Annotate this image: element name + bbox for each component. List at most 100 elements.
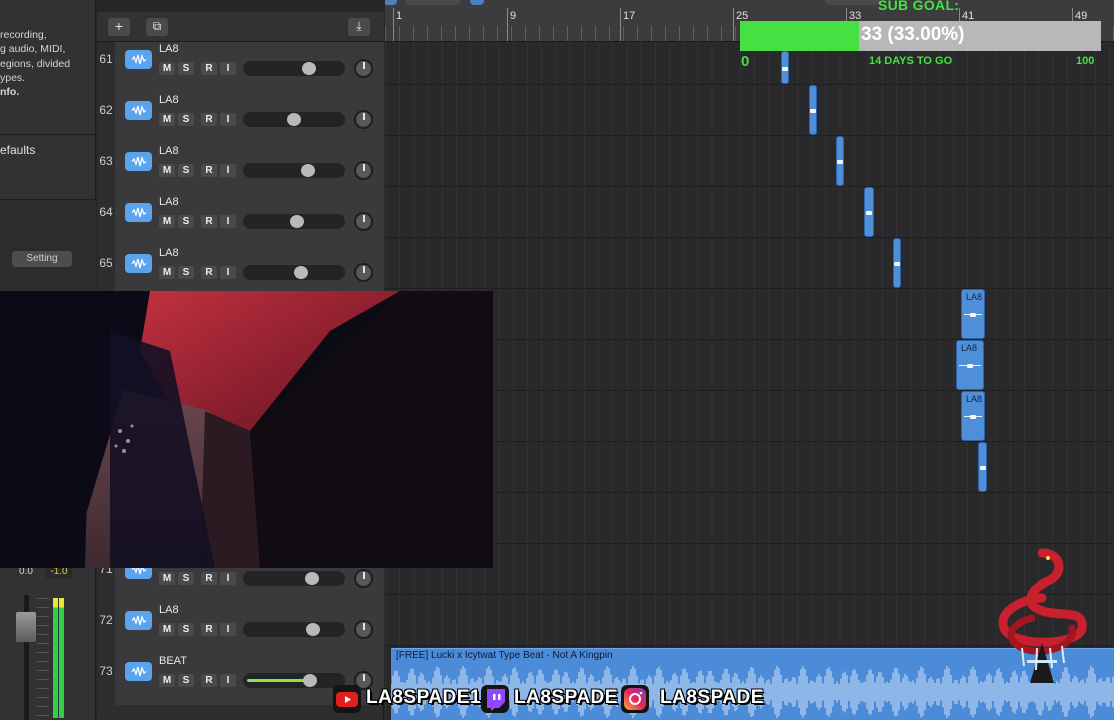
mute-button[interactable]: M xyxy=(159,674,175,687)
mute-button[interactable]: M xyxy=(159,572,175,585)
audio-region[interactable] xyxy=(809,85,817,135)
record-enable-button[interactable]: R xyxy=(201,674,217,687)
track-name[interactable]: LA8 xyxy=(159,196,179,208)
audio-track-icon[interactable] xyxy=(125,203,152,222)
solo-button[interactable]: S xyxy=(178,623,194,636)
track-header[interactable]: LA8 M S R I xyxy=(115,93,384,144)
pan-knob[interactable] xyxy=(354,59,373,78)
audio-region[interactable] xyxy=(864,187,874,237)
track-volume-slider[interactable] xyxy=(243,571,345,586)
solo-button[interactable]: S xyxy=(178,572,194,585)
track-header[interactable]: LA8 M S R I xyxy=(115,144,384,195)
audio-region[interactable]: LA8 xyxy=(961,391,985,441)
volume-knob[interactable] xyxy=(287,113,301,126)
solo-button[interactable]: S xyxy=(178,215,194,228)
volume-knob[interactable] xyxy=(305,572,319,585)
track-header[interactable]: LA8 M S R I xyxy=(115,195,384,246)
audio-region[interactable] xyxy=(781,51,789,84)
mute-button[interactable]: M xyxy=(159,266,175,279)
record-enable-button[interactable]: R xyxy=(201,572,217,585)
track-name[interactable]: LA8 xyxy=(159,604,179,616)
record-enable-button[interactable]: R xyxy=(201,113,217,126)
audio-track-icon[interactable] xyxy=(125,611,152,630)
track-header[interactable]: LA8 M S R I xyxy=(115,603,384,654)
track-row[interactable]: 63 LA8 M S R I xyxy=(97,144,384,195)
channel-fader-handle[interactable] xyxy=(16,612,36,642)
track-name[interactable]: BEAT xyxy=(159,655,187,667)
pan-knob[interactable] xyxy=(354,110,373,129)
audio-region[interactable]: LA8 xyxy=(956,340,984,390)
setting-button[interactable]: Setting xyxy=(12,251,72,267)
pan-knob[interactable] xyxy=(354,212,373,231)
track-volume-slider[interactable] xyxy=(243,163,345,178)
pan-knob[interactable] xyxy=(354,161,373,180)
track-header[interactable]: LA8 M S R I xyxy=(115,246,384,297)
volume-knob[interactable] xyxy=(303,674,317,687)
track-name[interactable]: LA8 xyxy=(159,43,179,55)
track-name[interactable]: LA8 xyxy=(159,247,179,259)
volume-knob[interactable] xyxy=(290,215,304,228)
audio-track-icon[interactable] xyxy=(125,152,152,171)
mute-button[interactable]: M xyxy=(159,62,175,75)
pan-knob[interactable] xyxy=(354,620,373,639)
ruler-tab[interactable] xyxy=(405,0,460,5)
track-row[interactable]: 65 LA8 M S R I xyxy=(97,246,384,297)
cycle-tab[interactable] xyxy=(385,0,397,5)
duplicate-track-button[interactable]: ⧉ xyxy=(146,18,168,36)
audio-region[interactable] xyxy=(893,238,901,288)
mute-button[interactable]: M xyxy=(159,623,175,636)
track-volume-slider[interactable] xyxy=(243,61,345,76)
record-enable-button[interactable]: R xyxy=(201,62,217,75)
track-name[interactable]: LA8 xyxy=(159,94,179,106)
input-monitor-button[interactable]: I xyxy=(220,266,236,279)
input-monitor-button[interactable]: I xyxy=(220,164,236,177)
track-row[interactable]: 61 LA8 M S R I xyxy=(97,42,384,93)
mute-button[interactable]: M xyxy=(159,164,175,177)
region-defaults-label[interactable]: efaults xyxy=(0,143,35,157)
track-volume-slider[interactable] xyxy=(243,673,345,688)
track-volume-slider[interactable] xyxy=(243,214,345,229)
record-enable-button[interactable]: R xyxy=(201,266,217,279)
track-row[interactable]: 64 LA8 M S R I xyxy=(97,195,384,246)
input-monitor-button[interactable]: I xyxy=(220,113,236,126)
pan-knob[interactable] xyxy=(354,263,373,282)
record-enable-button[interactable]: R xyxy=(201,164,217,177)
mute-button[interactable]: M xyxy=(159,113,175,126)
solo-button[interactable]: S xyxy=(178,266,194,279)
ruler-tab[interactable] xyxy=(470,0,484,5)
solo-button[interactable]: S xyxy=(178,113,194,126)
input-monitor-button[interactable]: I xyxy=(220,674,236,687)
record-enable-button[interactable]: R xyxy=(201,215,217,228)
solo-button[interactable]: S xyxy=(178,674,194,687)
track-header[interactable]: LA8 M S R I xyxy=(115,42,384,93)
audio-track-icon[interactable] xyxy=(125,50,152,69)
audio-track-icon[interactable] xyxy=(125,662,152,681)
volume-knob[interactable] xyxy=(294,266,308,279)
track-row[interactable]: 72 LA8 M S R I xyxy=(97,603,384,654)
record-enable-button[interactable]: R xyxy=(201,623,217,636)
input-monitor-button[interactable]: I xyxy=(220,623,236,636)
import-button[interactable]: ⤓ xyxy=(348,18,370,36)
track-name[interactable]: LA8 xyxy=(159,145,179,157)
input-monitor-button[interactable]: I xyxy=(220,572,236,585)
volume-knob[interactable] xyxy=(306,623,320,636)
audio-region[interactable] xyxy=(836,136,844,186)
track-volume-slider[interactable] xyxy=(243,622,345,637)
mute-button[interactable]: M xyxy=(159,215,175,228)
track-volume-slider[interactable] xyxy=(243,265,345,280)
volume-knob[interactable] xyxy=(301,164,315,177)
track-row[interactable]: 62 LA8 M S R I xyxy=(97,93,384,144)
audio-track-icon[interactable] xyxy=(125,254,152,273)
solo-button[interactable]: S xyxy=(178,62,194,75)
input-monitor-button[interactable]: I xyxy=(220,215,236,228)
input-monitor-button[interactable]: I xyxy=(220,62,236,75)
solo-button[interactable]: S xyxy=(178,164,194,177)
pan-knob[interactable] xyxy=(354,569,373,588)
audio-region[interactable]: LA8 xyxy=(961,289,985,339)
add-track-button[interactable]: + xyxy=(108,18,130,36)
audio-region[interactable] xyxy=(978,442,987,492)
audio-track-icon[interactable] xyxy=(125,101,152,120)
track-volume-slider[interactable] xyxy=(243,112,345,127)
ruler-tab[interactable] xyxy=(825,0,880,5)
volume-knob[interactable] xyxy=(302,62,316,75)
